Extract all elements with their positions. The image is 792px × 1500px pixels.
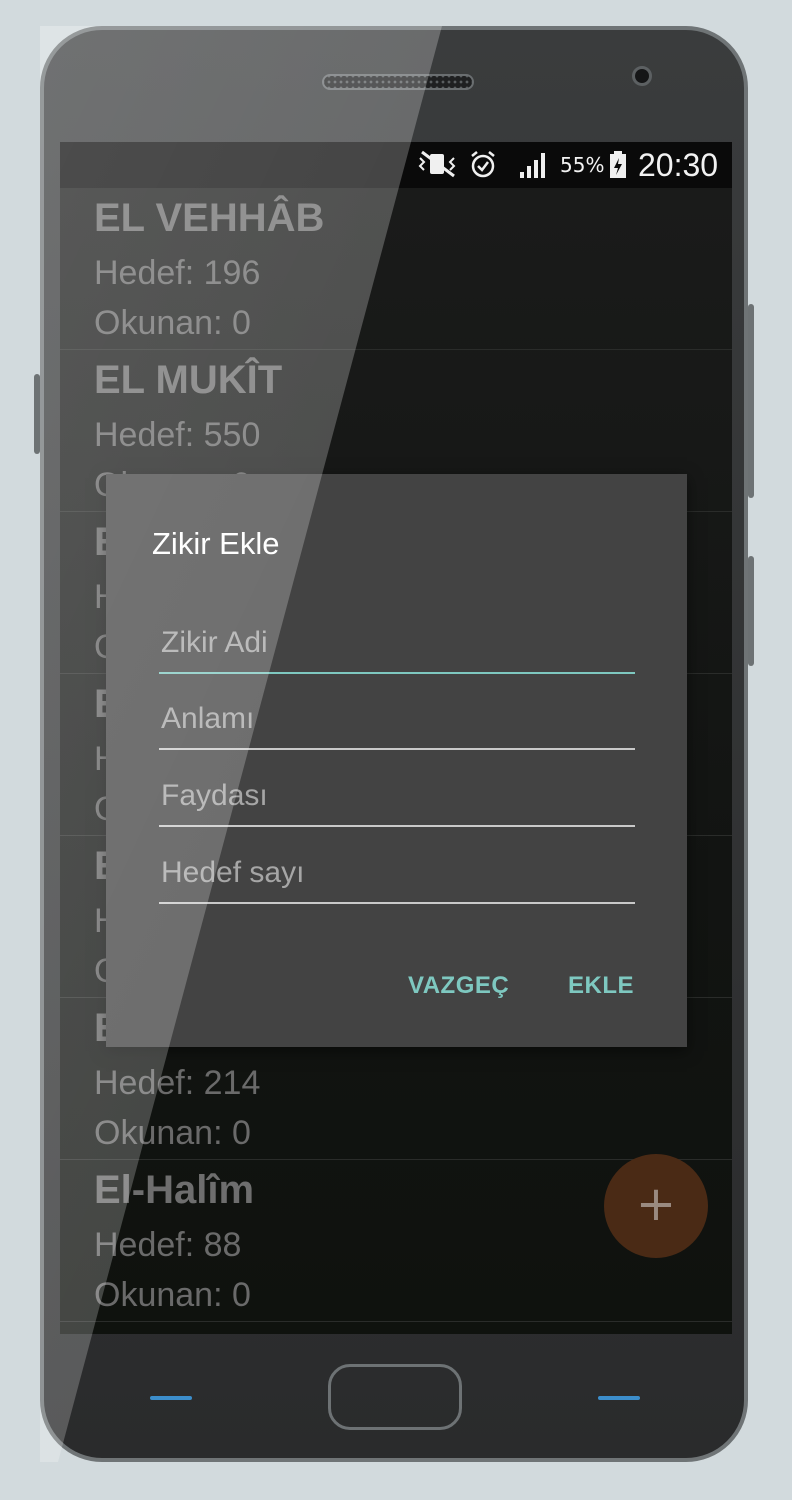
battery-icon: [608, 150, 628, 187]
zikir-target: Hedef: 196: [94, 254, 261, 292]
target-count-field: [159, 844, 639, 904]
front-camera: [632, 66, 652, 86]
back-button[interactable]: [150, 1396, 192, 1400]
zikir-read-count: Okunan: 0: [94, 1114, 251, 1152]
zikir-name: EL VEHHÂB: [94, 196, 325, 240]
alarm-icon: [468, 150, 498, 187]
signal-icon: [518, 150, 550, 187]
zikir-name-field: [159, 614, 639, 674]
zikir-name-input[interactable]: [159, 620, 639, 666]
zikir-read-count: Okunan: 0: [94, 304, 251, 342]
target-count-input[interactable]: [159, 850, 639, 896]
zikir-target: Hedef: 214: [94, 1064, 261, 1102]
status-bar: 55% 20:30: [60, 142, 732, 188]
benefit-field: [159, 767, 639, 827]
add-zikir-fab[interactable]: +: [604, 1154, 708, 1258]
power-key: [748, 556, 754, 666]
earpiece-speaker: [322, 74, 474, 90]
battery-percent: 55%: [560, 153, 605, 177]
zikir-read-count: Okunan: 0: [94, 1276, 251, 1314]
zikir-target: Hedef: 550: [94, 416, 261, 454]
zikir-target: Hedef: 88: [94, 1226, 242, 1264]
volume-key: [34, 374, 40, 454]
dialog-title: Zikir Ekle: [152, 526, 280, 561]
recent-apps-button[interactable]: [598, 1396, 640, 1400]
list-item[interactable]: EL VEHHÂB Hedef: 196 Okunan: 0: [60, 188, 732, 350]
zikir-name: EL MUKÎT: [94, 358, 283, 402]
clock-time: 20:30: [638, 147, 719, 183]
meaning-input[interactable]: [159, 696, 639, 742]
navigation-bar: [44, 1334, 744, 1458]
add-zikir-dialog: Zikir Ekle VAZGEÇ EKLE: [106, 474, 687, 1047]
meaning-field: [159, 690, 639, 750]
cancel-button[interactable]: VAZGEÇ: [408, 972, 509, 1000]
home-button[interactable]: [328, 1364, 462, 1430]
zikir-name: El-Halîm: [94, 1168, 255, 1212]
add-button[interactable]: EKLE: [568, 972, 634, 1000]
vibrate-silent-icon: [416, 150, 460, 185]
side-key-upper: [748, 304, 754, 498]
benefit-input[interactable]: [159, 773, 639, 819]
